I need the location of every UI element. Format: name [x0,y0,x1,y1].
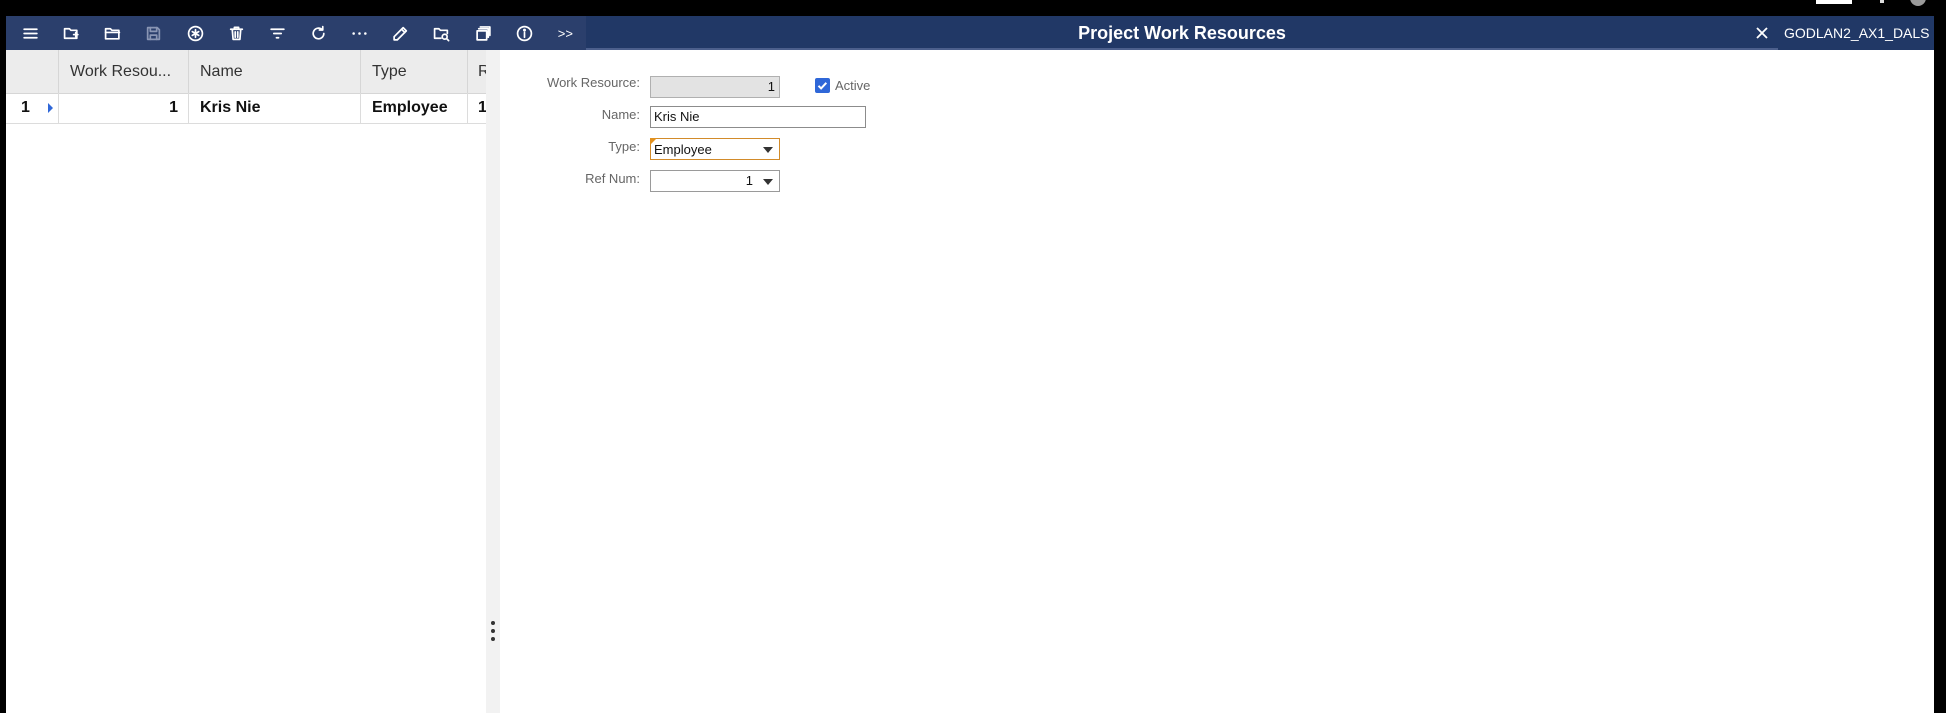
chevron-down-icon [763,147,773,153]
copy-button[interactable] [463,16,504,50]
splitter-grip-dot [491,621,495,625]
work-resource-label: Work Resource: [547,75,640,90]
cell-type[interactable]: Employee [361,93,468,123]
open-button[interactable] [92,16,133,50]
menu-button[interactable] [10,16,51,50]
required-fields-button[interactable] [175,16,216,50]
current-row-icon [48,103,53,113]
active-label: Active [835,78,871,93]
cell-name[interactable]: Kris Nie [189,93,361,123]
info-button[interactable] [504,16,545,50]
menu-icon [23,27,38,39]
filter-button[interactable] [257,16,298,50]
required-flag-icon [650,138,657,145]
name-label: Name: [601,107,640,122]
top-white-box [1816,0,1852,4]
row-selector-header[interactable] [6,50,59,93]
toolbar: >> [6,16,586,50]
row-number: 1 [21,99,30,116]
ref-num-value: 1 [745,173,753,188]
grid-panel: Work Resou... Name Type R 1 1 Kris Nie E… [6,50,487,713]
new-folder-icon [63,27,79,39]
expand-toolbar-label: >> [557,25,573,41]
open-folder-icon [105,27,121,40]
column-header-work-resource[interactable]: Work Resou... [59,50,189,93]
splitter-grip-dot [491,629,495,633]
new-button[interactable] [51,16,92,50]
window-title: Project Work Resources [1078,23,1286,43]
work-resource-field: 1 [650,76,780,98]
user-name: GODLAN2_AX1_DALS [1778,16,1934,50]
save-button[interactable] [133,16,174,50]
table-row[interactable]: 1 1 Kris Nie Employee 1 [6,93,486,124]
ref-num-select[interactable]: 1 [650,170,780,192]
close-icon [1756,27,1768,39]
cell-work-resource[interactable]: 1 [59,93,189,123]
find-button[interactable] [421,16,462,50]
refresh-icon [312,25,325,40]
cell-ref[interactable]: 1 [468,93,486,123]
detail-form: Work Resource: 1 Active Name: Kris Nie T… [500,50,1934,713]
app-window: >> Project Work Resources GODLAN2_AX1_DA… [6,16,1934,713]
column-header-name[interactable]: Name [189,50,361,93]
edit-button[interactable] [380,16,421,50]
delete-button[interactable] [216,16,257,50]
save-icon [147,26,161,40]
top-indicator [1880,0,1884,3]
name-field[interactable]: Kris Nie [650,106,866,128]
expand-toolbar-button[interactable]: >> [545,16,586,50]
ref-num-label: Ref Num: [585,171,640,186]
row-number-cell[interactable]: 1 [6,93,59,123]
close-button[interactable] [1754,25,1770,41]
type-select[interactable]: Employee [650,138,780,160]
panel-splitter[interactable] [486,50,500,713]
checkmark-icon [817,82,828,90]
asterisk-icon [187,25,203,41]
info-icon [516,25,533,41]
filter-icon [270,27,285,39]
column-header-type[interactable]: Type [361,50,468,93]
pencil-icon [393,26,408,41]
title-bar: Project Work Resources [586,16,1778,50]
search-folder-icon [434,27,450,41]
top-strip [0,0,1946,15]
active-checkbox[interactable] [815,78,830,93]
trash-icon [229,25,243,40]
more-icon [352,31,367,35]
more-actions-button[interactable] [339,16,380,50]
type-label: Type: [608,139,640,154]
type-select-value: Employee [654,141,712,157]
chevron-down-icon [763,179,773,185]
splitter-grip-dot [491,637,495,641]
avatar[interactable] [1910,0,1926,6]
refresh-button[interactable] [298,16,339,50]
copy-icon [475,25,491,41]
column-header-ref[interactable]: R [468,50,486,93]
grid-header: Work Resou... Name Type R [6,50,486,94]
